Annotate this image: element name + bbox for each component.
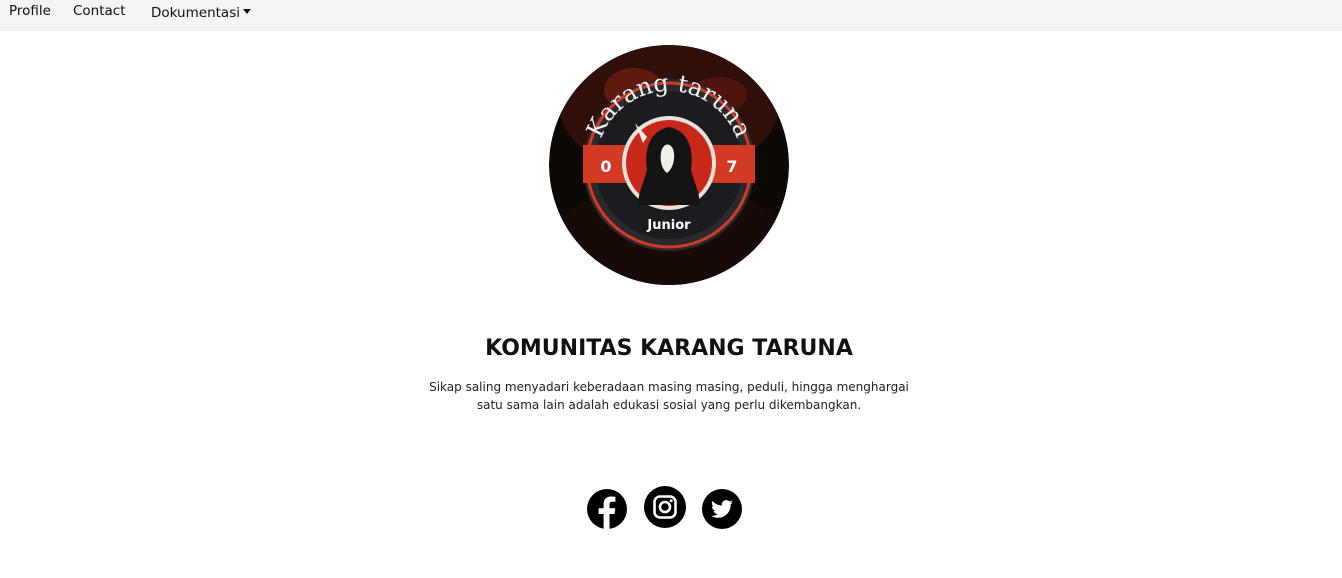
navbar: Profile Contact Dokumentasi: [0, 0, 1342, 31]
karang-taruna-logo: Karang taruna 0 7 Junior: [549, 45, 789, 285]
logo-bottom-text: Junior: [646, 218, 691, 233]
nav-contact-link[interactable]: Contact: [73, 0, 126, 22]
page-title: KOMUNITAS KARANG TARUNA: [485, 336, 853, 361]
instagram-icon[interactable]: [644, 486, 686, 528]
page-description: Sikap saling menyadari keberadaan masing…: [429, 380, 909, 412]
logo-right-number: 7: [726, 157, 737, 176]
facebook-icon[interactable]: [587, 489, 627, 529]
caret-down-icon: [242, 0, 251, 22]
nav-documentation-label: Dokumentasi: [151, 5, 240, 21]
nav-documentation-dropdown[interactable]: Dokumentasi: [151, 0, 251, 22]
logo-left-number: 0: [600, 157, 611, 176]
nav-profile-link[interactable]: Profile: [9, 0, 51, 22]
twitter-icon[interactable]: [702, 489, 742, 529]
